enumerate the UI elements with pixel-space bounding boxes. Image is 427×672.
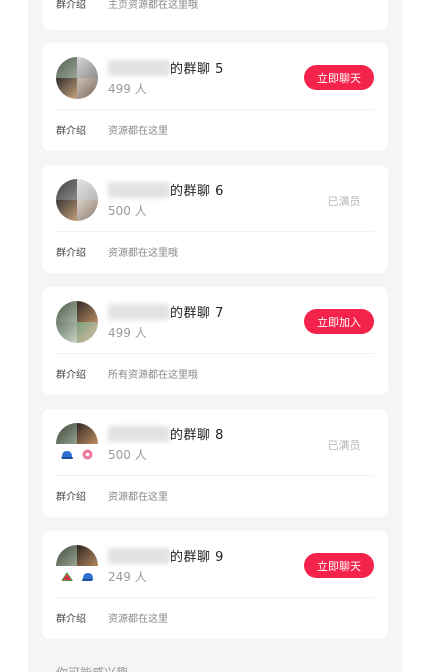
- group-intro-text: 资源都在这里哦: [108, 248, 178, 259]
- group-name: 的群聊 6: [170, 184, 224, 199]
- member-photo: [77, 78, 98, 99]
- redacted-group-owner: [108, 548, 170, 564]
- member-photo: [56, 545, 77, 566]
- group-card-partial[interactable]: 群介绍 主页资源都在这里哦: [42, 0, 388, 30]
- group-full-status: 已满员: [327, 439, 361, 452]
- group-intro-label: 群介绍: [56, 248, 86, 259]
- group-card-8[interactable]: 的群聊 8 500 人 已满员 群介绍 资源都在这里: [42, 409, 388, 517]
- member-photo: [77, 322, 98, 343]
- group-avatar: [56, 179, 98, 221]
- chat-now-button[interactable]: 立即聊天: [304, 553, 374, 578]
- group-card-7[interactable]: 的群聊 7 499 人 立即加入 群介绍 所有资源都在这里哦: [42, 287, 388, 395]
- group-intro-label: 群介绍: [56, 492, 86, 503]
- member-photo: [56, 301, 77, 322]
- group-intro-text: 资源都在这里: [108, 126, 168, 137]
- group-intro-text: 主页资源都在这里哦: [108, 0, 198, 11]
- watermelon-emoji-icon: [56, 566, 77, 587]
- join-now-button[interactable]: 立即加入: [304, 309, 374, 334]
- member-count: 249 人: [108, 570, 147, 584]
- redacted-group-owner: [108, 304, 170, 320]
- group-name: 的群聊 8: [170, 428, 224, 443]
- group-avatar: [56, 545, 98, 587]
- redacted-group-owner: [108, 182, 170, 198]
- member-count: 499 人: [108, 326, 147, 340]
- group-name: 的群聊 7: [170, 306, 224, 321]
- member-photo: [77, 200, 98, 221]
- group-intro-text: 资源都在这里: [108, 614, 168, 625]
- member-photo: [77, 57, 98, 78]
- group-intro-text: 资源都在这里: [108, 492, 168, 503]
- member-count: 500 人: [108, 448, 147, 462]
- member-count: 499 人: [108, 82, 147, 96]
- redacted-group-owner: [108, 60, 170, 76]
- member-photo: [77, 301, 98, 322]
- cap-emoji-icon: [77, 566, 98, 587]
- group-avatar: [56, 301, 98, 343]
- section-heading-recommendations: 你可能感兴趣: [56, 664, 128, 672]
- group-list-screen: 群介绍 主页资源都在这里哦 的群聊 5 499 人 立即聊天 群介绍 资源都在这…: [0, 0, 427, 672]
- member-photo: [56, 200, 77, 221]
- group-card-5[interactable]: 的群聊 5 499 人 立即聊天 群介绍 资源都在这里: [42, 43, 388, 151]
- donut-emoji-icon: [77, 444, 98, 465]
- group-intro-label: 群介绍: [56, 126, 86, 137]
- group-card-6[interactable]: 的群聊 6 500 人 已满员 群介绍 资源都在这里哦: [42, 165, 388, 273]
- group-full-status: 已满员: [327, 195, 361, 208]
- member-photo: [77, 179, 98, 200]
- member-photo: [56, 78, 77, 99]
- member-photo: [56, 423, 77, 444]
- member-count: 500 人: [108, 204, 147, 218]
- member-photo: [56, 57, 77, 78]
- group-intro-label: 群介绍: [56, 614, 86, 625]
- member-photo: [56, 322, 77, 343]
- group-avatar: [56, 57, 98, 99]
- member-photo: [56, 179, 77, 200]
- divider: [56, 353, 374, 354]
- group-intro-text: 所有资源都在这里哦: [108, 370, 198, 381]
- group-name: 的群聊 5: [170, 62, 224, 77]
- group-avatar: [56, 423, 98, 465]
- chat-now-button[interactable]: 立即聊天: [304, 65, 374, 90]
- divider: [56, 231, 374, 232]
- member-photo: [77, 423, 98, 444]
- divider: [56, 475, 374, 476]
- group-intro-label: 群介绍: [56, 0, 86, 11]
- redacted-group-owner: [108, 426, 170, 442]
- group-intro-label: 群介绍: [56, 370, 86, 381]
- group-name: 的群聊 9: [170, 550, 224, 565]
- member-photo: [77, 545, 98, 566]
- group-card-9[interactable]: 的群聊 9 249 人 立即聊天 群介绍 资源都在这里: [42, 531, 388, 639]
- divider: [56, 109, 374, 110]
- divider: [56, 597, 374, 598]
- cap-emoji-icon: [56, 444, 77, 465]
